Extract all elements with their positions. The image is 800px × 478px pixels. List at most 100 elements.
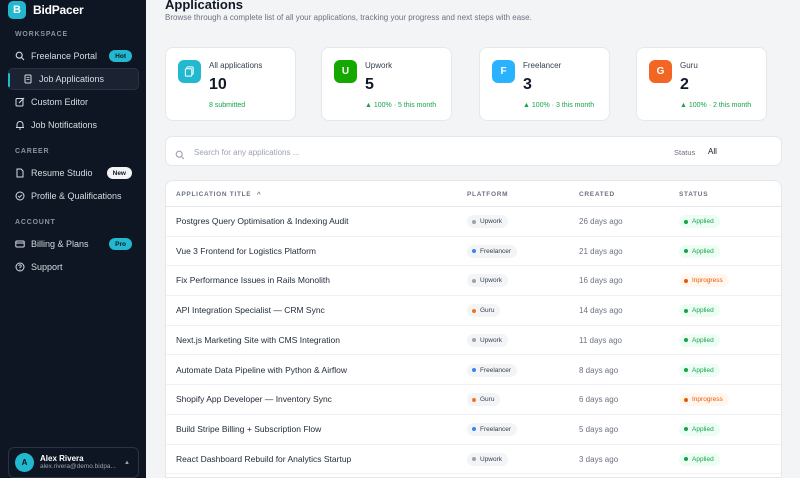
application-title[interactable]: Build Stripe Billing + Subscription Flow (176, 424, 321, 434)
table-row[interactable]: Postgres Query Optimisation & Indexing A… (166, 207, 781, 237)
sidebar-item-label: Support (31, 262, 63, 272)
application-title[interactable]: Automate Data Pipeline with Python & Air… (176, 365, 347, 375)
status-label: Applied (692, 247, 714, 255)
platform-label: Freelancer (480, 425, 512, 433)
application-title[interactable]: API Integration Specialist — CRM Sync (176, 305, 325, 315)
created-date: 8 days ago (579, 365, 619, 375)
status-label: Applied (692, 218, 714, 225)
sidebar-item-freelance-portal[interactable]: Freelance Portal Hot (8, 45, 139, 67)
sidebar-item-resume-studio[interactable]: Resume Studio New (8, 162, 139, 184)
platform-dot (472, 368, 476, 372)
user-check-icon (15, 191, 25, 201)
pro-badge: Pro (109, 238, 132, 250)
page-subtitle: Browse through a complete list of all yo… (165, 13, 532, 22)
column-header-platform[interactable]: PLATFORM (467, 191, 508, 198)
sidebar-item-label: Profile & Qualifications (31, 191, 122, 201)
sidebar-item-profile-qualifications[interactable]: Profile & Qualifications (8, 185, 139, 207)
status-label: Applied (692, 336, 714, 344)
new-badge: New (106, 167, 132, 179)
freelancer-icon: F (492, 60, 515, 83)
status-badge: Applied (679, 363, 720, 377)
bell-icon (15, 120, 25, 130)
status-label: Applied (692, 307, 714, 315)
stat-card-guru[interactable]: G Guru 2 ▲ 100% · 2 this month (636, 47, 767, 121)
status-dot (684, 457, 688, 462)
platform-pill: Freelancer (467, 422, 518, 436)
search-bar: Status All (165, 136, 782, 166)
table-row[interactable]: Automate Data Pipeline with Python & Air… (166, 356, 781, 386)
stat-card-all[interactable]: All applications 10 8 submitted (165, 47, 296, 121)
status-badge: Applied (679, 215, 720, 228)
created-date: 11 days ago (579, 335, 622, 345)
sidebar-item-job-applications[interactable]: Job Applications (8, 68, 139, 90)
sidebar-item-billing-plans[interactable]: Billing & Plans Pro (8, 233, 139, 255)
table-row[interactable]: API Integration Specialist — CRM Sync Gur… (166, 296, 781, 326)
created-date: 16 days ago (579, 276, 623, 286)
table-row[interactable]: Build Stripe Billing + Subscription Flow… (166, 415, 781, 445)
column-header-created[interactable]: CREATED (579, 191, 615, 198)
platform-dot (472, 278, 476, 283)
application-title[interactable]: Vue 3 Frontend for Logistics Platform (176, 246, 316, 256)
hot-badge: Hot (109, 50, 132, 62)
sidebar-item-label: Billing & Plans (31, 239, 89, 249)
status-dot (684, 368, 688, 372)
stat-card-upwork[interactable]: U Upwork 5 ▲ 100% · 5 this month (321, 47, 452, 121)
platform-label: Upwork (480, 336, 503, 344)
brand[interactable]: B BidPacer (8, 0, 84, 20)
card-value: 2 (680, 76, 689, 93)
card-label: Guru (680, 61, 698, 70)
status-dot (684, 219, 688, 224)
card-label: All applications (209, 61, 263, 70)
platform-pill: Freelancer (467, 244, 518, 258)
file-icon (15, 168, 25, 178)
stat-card-freelancer[interactable]: F Freelancer 3 ▲ 100% · 3 this month (479, 47, 610, 121)
status-label: Applied (692, 366, 714, 374)
table-row[interactable]: Next.js Marketing Site with CMS Integrat… (166, 326, 781, 356)
card-value: 3 (523, 76, 532, 93)
application-title[interactable]: Next.js Marketing Site with CMS Integrat… (176, 335, 340, 345)
table-row[interactable]: React Dashboard Rebuild for Analytics St… (166, 445, 781, 475)
help-circle-icon (15, 262, 25, 272)
card-label: Upwork (365, 61, 393, 70)
card-footer: 8 submitted (209, 102, 246, 109)
card-footer: ▲ 100% · 3 this month (523, 102, 595, 109)
status-dot (684, 249, 688, 254)
platform-label: Upwork (480, 455, 503, 463)
card-footer: ▲ 100% · 2 this month (680, 102, 752, 109)
application-title[interactable]: Fix Performance Issues in Rails Monolith (176, 275, 330, 285)
created-date: 26 days ago (579, 217, 623, 226)
platform-pill: Upwork (467, 333, 509, 347)
status-dot (684, 278, 688, 283)
application-title[interactable]: React Dashboard Rebuild for Analytics St… (176, 454, 351, 464)
sidebar-item-custom-editor[interactable]: Custom Editor (8, 91, 139, 113)
user-email: alex.rivera@demo.bidpa... (40, 463, 116, 471)
table-row[interactable]: Fix Performance Issues in Rails Monolith… (166, 266, 781, 297)
table-row[interactable]: Shopify App Developer — Inventory Sync Gu… (166, 385, 781, 415)
section-title-account: ACCOUNT (15, 219, 56, 226)
status-badge: Inprogress (679, 274, 729, 288)
search-icon (175, 147, 185, 160)
section-title-workspace: WORKSPACE (15, 31, 68, 38)
sidebar-item-label: Job Notifications (31, 120, 98, 130)
card-value: 10 (209, 76, 227, 93)
sort-ascending-icon: ^ (256, 191, 262, 198)
application-title[interactable]: Shopify App Developer — Inventory Sync (176, 394, 332, 404)
status-filter-select[interactable]: All (708, 147, 717, 156)
applications-table: APPLICATION TITLE ^ PLATFORM CREATED STA… (165, 180, 782, 478)
table-row[interactable]: Vue 3 Frontend for Logistics Platform Fre… (166, 237, 781, 267)
column-header-title[interactable]: APPLICATION TITLE ^ (176, 191, 261, 198)
search-input[interactable] (194, 144, 594, 160)
sidebar-item-job-notifications[interactable]: Job Notifications (8, 114, 139, 136)
sidebar-item-support[interactable]: Support (8, 256, 139, 278)
sidebar: B BidPacer WORKSPACE Freelance Portal Ho… (0, 0, 146, 478)
application-title[interactable]: Postgres Query Optimisation & Indexing A… (176, 216, 348, 226)
platform-dot (472, 397, 476, 402)
user-menu[interactable]: A Alex Rivera alex.rivera@demo.bidpa... … (8, 447, 139, 478)
column-header-status[interactable]: STATUS (679, 191, 708, 198)
platform-pill: Upwork (467, 274, 509, 288)
status-badge: Applied (679, 422, 720, 436)
created-date: 14 days ago (579, 306, 623, 316)
status-dot (684, 427, 688, 432)
status-label: Inprogress (692, 277, 723, 285)
created-date: 21 days ago (579, 246, 623, 256)
